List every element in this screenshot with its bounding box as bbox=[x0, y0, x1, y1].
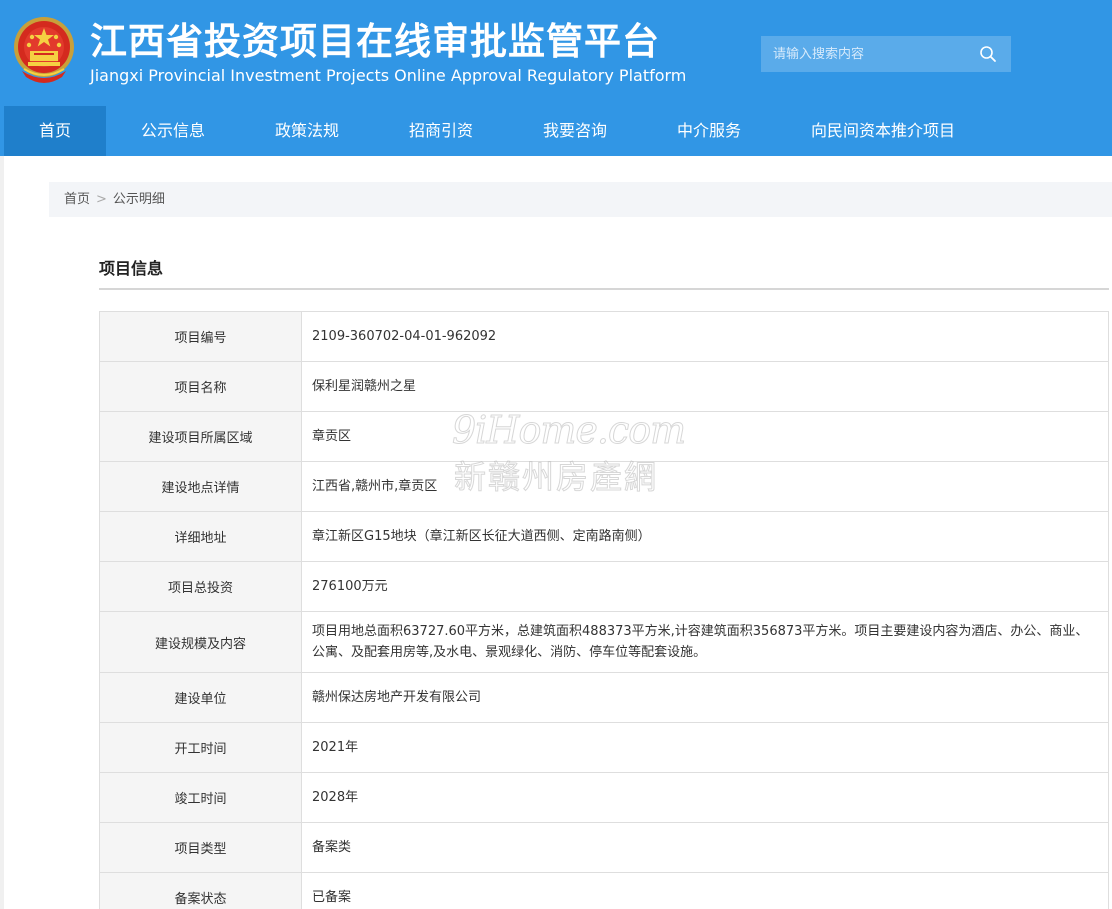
nav-item-consult[interactable]: 我要咨询 bbox=[526, 106, 624, 156]
row-value: 章江新区G15地块（章江新区长征大道西侧、定南路南侧） bbox=[301, 511, 1109, 562]
section-title: 项目信息 bbox=[99, 259, 164, 278]
site-header: 江西省投资项目在线审批监管平台 Jiangxi Provincial Inves… bbox=[0, 0, 1112, 106]
nav-item-agency[interactable]: 中介服务 bbox=[660, 106, 758, 156]
main-nav: 首页 公示信息 政策法规 招商引资 我要咨询 中介服务 向民间资本推介项目 bbox=[0, 106, 1112, 156]
nav-item-private-capital[interactable]: 向民间资本推介项目 bbox=[794, 106, 972, 156]
table-row: 竣工时间 2028年 bbox=[99, 772, 1109, 823]
search-box bbox=[761, 36, 1011, 72]
table-row: 建设单位 赣州保达房地产开发有限公司 bbox=[99, 672, 1109, 723]
row-label: 建设规模及内容 bbox=[99, 611, 302, 673]
table-row: 开工时间 2021年 bbox=[99, 722, 1109, 773]
left-divider bbox=[0, 156, 4, 909]
row-label: 备案状态 bbox=[99, 872, 302, 909]
row-label: 项目类型 bbox=[99, 822, 302, 873]
row-label: 项目名称 bbox=[99, 361, 302, 412]
table-row: 详细地址 章江新区G15地块（章江新区长征大道西侧、定南路南侧） bbox=[99, 511, 1109, 562]
row-value: 项目用地总面积63727.60平方米，总建筑面积488373平方米,计容建筑面积… bbox=[301, 611, 1109, 673]
row-label: 建设单位 bbox=[99, 672, 302, 723]
row-value: 已备案 bbox=[301, 872, 1109, 909]
breadcrumb-home-link[interactable]: 首页 bbox=[64, 192, 90, 207]
nav-item-home[interactable]: 首页 bbox=[4, 106, 106, 156]
project-info-table: 项目编号 2109-360702-04-01-962092 项目名称 保利星润赣… bbox=[99, 311, 1109, 909]
row-value: 2021年 bbox=[301, 722, 1109, 773]
table-row: 项目总投资 276100万元 bbox=[99, 561, 1109, 612]
row-value: 江西省,赣州市,章贡区 bbox=[301, 461, 1109, 512]
row-value: 赣州保达房地产开发有限公司 bbox=[301, 672, 1109, 723]
site-subtitle: Jiangxi Provincial Investment Projects O… bbox=[90, 66, 687, 85]
row-value: 2109-360702-04-01-962092 bbox=[301, 311, 1109, 362]
row-label: 项目编号 bbox=[99, 311, 302, 362]
nav-item-investment[interactable]: 招商引资 bbox=[392, 106, 490, 156]
row-label: 开工时间 bbox=[99, 722, 302, 773]
row-label: 项目总投资 bbox=[99, 561, 302, 612]
table-row: 建设规模及内容 项目用地总面积63727.60平方米，总建筑面积488373平方… bbox=[99, 611, 1109, 673]
search-icon[interactable] bbox=[979, 45, 997, 63]
table-row: 建设地点详情 江西省,赣州市,章贡区 bbox=[99, 461, 1109, 512]
row-value: 章贡区 bbox=[301, 411, 1109, 462]
row-value: 276100万元 bbox=[301, 561, 1109, 612]
table-row: 项目类型 备案类 bbox=[99, 822, 1109, 873]
row-value: 2028年 bbox=[301, 772, 1109, 823]
section-divider bbox=[99, 288, 1109, 290]
table-row: 建设项目所属区域 章贡区 bbox=[99, 411, 1109, 462]
table-row: 项目名称 保利星润赣州之星 bbox=[99, 361, 1109, 412]
nav-item-policies[interactable]: 政策法规 bbox=[258, 106, 356, 156]
row-value: 备案类 bbox=[301, 822, 1109, 873]
site-title: 江西省投资项目在线审批监管平台 bbox=[90, 20, 660, 63]
row-label: 建设地点详情 bbox=[99, 461, 302, 512]
row-label: 详细地址 bbox=[99, 511, 302, 562]
table-row: 备案状态 已备案 bbox=[99, 872, 1109, 909]
breadcrumb-separator: > bbox=[96, 192, 107, 207]
row-label: 建设项目所属区域 bbox=[99, 411, 302, 462]
row-value: 保利星润赣州之星 bbox=[301, 361, 1109, 412]
row-label: 竣工时间 bbox=[99, 772, 302, 823]
breadcrumb-current: 公示明细 bbox=[112, 192, 165, 207]
national-emblem-icon bbox=[14, 17, 74, 83]
table-row: 项目编号 2109-360702-04-01-962092 bbox=[99, 311, 1109, 362]
nav-item-announcements[interactable]: 公示信息 bbox=[124, 106, 222, 156]
search-input[interactable] bbox=[761, 36, 971, 72]
breadcrumb: 首页 > 公示明细 bbox=[49, 182, 1112, 217]
